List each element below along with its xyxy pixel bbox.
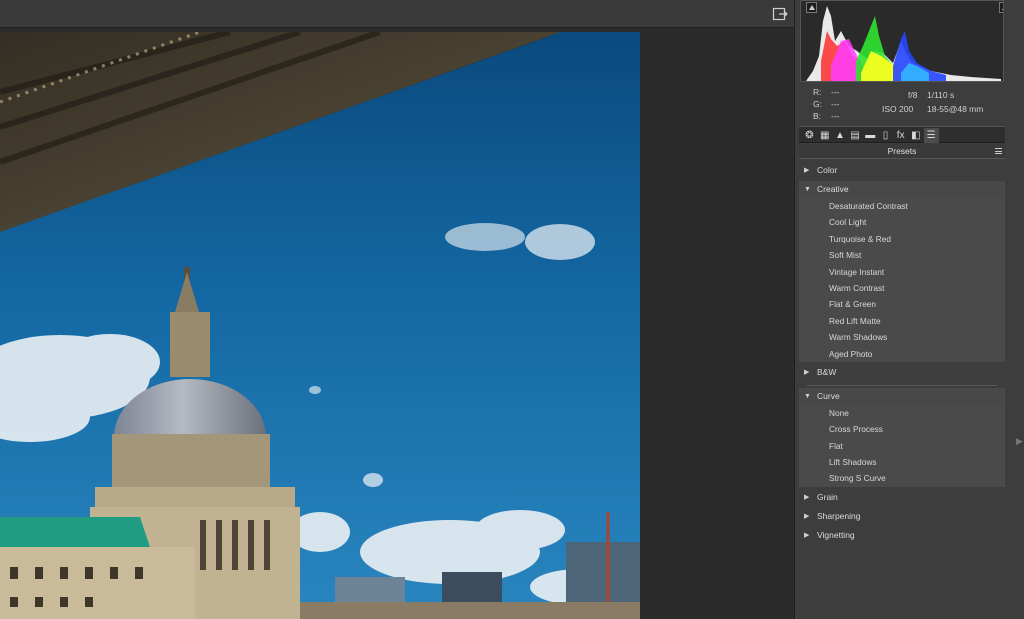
presets-title: Presets <box>887 146 917 156</box>
disclosure-closed-icon[interactable]: ▶ <box>804 508 809 525</box>
effects-icon[interactable]: fx <box>893 128 908 143</box>
exit-fullscreen-icon[interactable] <box>772 6 788 22</box>
disclosure-closed-icon[interactable]: ▶ <box>804 162 809 179</box>
photo-preview[interactable] <box>0 32 640 619</box>
disclosure-open-icon[interactable]: ▼ <box>804 388 811 405</box>
image-info: R: --- G: --- B: --- f/8 1/110 s ISO 200 18… <box>800 84 1004 124</box>
preset-item[interactable]: Turquoise & Red <box>799 230 1005 248</box>
preset-group-label: Sharpening <box>817 510 861 521</box>
presets-panel-header: Presets <box>799 144 1005 159</box>
preset-group-sharpening[interactable]: ▶ Sharpening <box>799 507 1005 525</box>
r-value: --- <box>831 87 840 97</box>
disclosure-closed-icon[interactable]: ▶ <box>804 364 809 381</box>
preset-group-label: Color <box>817 165 838 175</box>
preset-group-b-w[interactable]: ▶ B&W <box>799 363 1005 381</box>
b-value: --- <box>831 111 840 121</box>
presets-icon[interactable]: ☰ <box>923 128 939 143</box>
preset-item[interactable]: Warm Shadows <box>799 329 1005 346</box>
iso: ISO 200 <box>882 104 914 114</box>
r-label: R: <box>813 87 822 97</box>
lens-corrections-icon[interactable]: ▯ <box>878 128 893 143</box>
preset-item[interactable]: None <box>799 404 1005 422</box>
aperture: f/8 <box>908 90 918 100</box>
panel-tab-strip: ❂ ▦ ▲ ▤ ▬ ▯ fx ◧ ☰ <box>799 126 1005 143</box>
g-value: --- <box>831 99 840 109</box>
preset-item[interactable]: Strong S Curve <box>799 470 1005 487</box>
histogram <box>800 0 1004 82</box>
lens: 18-55@48 mm <box>927 104 984 114</box>
disclosure-closed-icon[interactable]: ▶ <box>804 527 809 544</box>
preset-item[interactable]: Flat <box>799 437 1005 455</box>
preset-item[interactable]: Cross Process <box>799 421 1005 438</box>
basic-icon[interactable]: ❂ <box>802 128 817 143</box>
g-label: G: <box>813 99 822 109</box>
shadow-clipping-warning-icon[interactable] <box>806 2 817 13</box>
camera-calibration-icon[interactable]: ◧ <box>908 128 923 143</box>
preset-item[interactable]: Aged Photo <box>799 345 1005 362</box>
preset-item[interactable]: Warm Contrast <box>799 279 1005 297</box>
presets-list: ▶ Color ▼ Creative Desaturated Contrast Cool … <box>799 162 1005 546</box>
preset-group-vignetting[interactable]: ▶ Vignetting <box>799 526 1005 544</box>
preset-item[interactable]: Cool Light <box>799 214 1005 231</box>
hsl-icon[interactable]: ▤ <box>848 128 863 143</box>
preset-group-curve[interactable]: ▼ Curve <box>799 387 1005 405</box>
split-toning-icon[interactable]: ▬ <box>863 128 878 143</box>
preset-group-creative[interactable]: ▼ Creative <box>799 181 1005 198</box>
panel-menu-icon[interactable] <box>995 148 1002 154</box>
preset-item[interactable]: Red Lift Matte <box>799 312 1005 330</box>
detail-icon[interactable]: ▲ <box>832 128 847 143</box>
preset-item[interactable]: Soft Mist <box>799 247 1005 264</box>
image-canvas[interactable] <box>0 28 794 619</box>
disclosure-closed-icon[interactable]: ▶ <box>804 489 809 506</box>
right-panel: R: --- G: --- B: --- f/8 1/110 s ISO 200 18… <box>794 0 1024 619</box>
preset-group-label: Creative <box>817 184 849 194</box>
highlight-clipping-warning-icon[interactable] <box>999 2 1003 13</box>
shutter-speed: 1/110 s <box>927 90 955 100</box>
preset-item[interactable]: Flat & Green <box>799 296 1005 313</box>
b-label: B: <box>813 111 822 121</box>
preset-item[interactable]: Lift Shadows <box>799 454 1005 471</box>
preset-group-grain[interactable]: ▶ Grain <box>799 488 1005 506</box>
preset-group-label: Grain <box>817 491 838 502</box>
preset-group-label: Curve <box>817 390 840 401</box>
preset-group-label: B&W <box>817 366 837 377</box>
preset-group-label: Vignetting <box>817 529 855 540</box>
tone-curve-icon[interactable]: ▦ <box>817 128 832 143</box>
preset-item[interactable]: Desaturated Contrast <box>799 198 1005 215</box>
canvas-top-bar <box>0 0 794 28</box>
panel-collapse-arrow-icon[interactable]: ▶ <box>1016 436 1024 450</box>
preset-group-color[interactable]: ▶ Color <box>799 162 1005 179</box>
disclosure-open-icon[interactable]: ▼ <box>804 181 811 198</box>
preset-item[interactable]: Vintage Instant <box>799 263 1005 280</box>
